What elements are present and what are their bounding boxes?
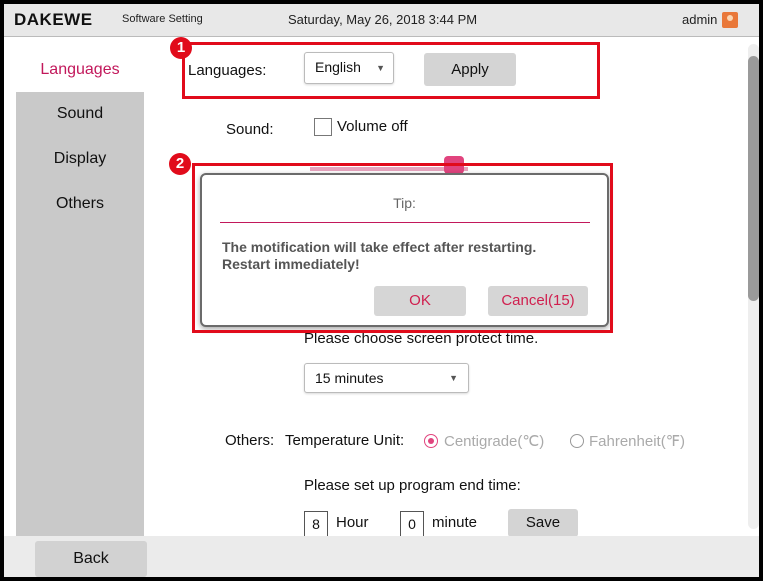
back-button[interactable]: Back <box>35 541 147 577</box>
vertical-scrollbar[interactable] <box>748 44 759 529</box>
software-setting-window: DAKEWE Software Setting Saturday, May 26… <box>4 4 759 577</box>
centigrade-label: Centigrade(℃) <box>444 433 545 450</box>
annotation-badge-2: 2 <box>169 153 191 175</box>
top-bar: DAKEWE Software Setting Saturday, May 26… <box>4 4 759 37</box>
chevron-down-icon: ▼ <box>449 373 458 383</box>
annotation-box-2 <box>192 163 613 333</box>
scrollbar-thumb[interactable] <box>748 56 759 301</box>
minute-label: minute <box>432 514 478 531</box>
temperature-unit-label: Temperature Unit: <box>285 432 405 449</box>
sidebar-item-sound[interactable]: Sound <box>16 92 144 136</box>
sound-label: Sound: <box>226 121 274 138</box>
others-label: Others: <box>225 432 275 449</box>
hour-label: Hour <box>336 514 369 531</box>
hour-input[interactable]: 8 <box>304 511 328 537</box>
datetime-display: Saturday, May 26, 2018 3:44 PM <box>288 12 478 27</box>
sidebar-item-display[interactable]: Display <box>16 137 144 181</box>
screen-protect-value: 15 minutes <box>315 370 384 386</box>
sidebar-item-others[interactable]: Others <box>16 182 144 226</box>
sidebar-item-languages[interactable]: Languages <box>16 48 144 92</box>
annotation-box-1 <box>182 42 600 99</box>
save-button[interactable]: Save <box>508 509 578 537</box>
user-name: admin <box>682 12 718 27</box>
fahrenheit-label: Fahrenheit(℉) <box>589 433 685 450</box>
minute-input[interactable]: 0 <box>400 511 424 537</box>
brand-logo: DAKEWE <box>14 10 93 29</box>
centigrade-radio[interactable] <box>424 434 438 448</box>
user-avatar-icon[interactable] <box>722 12 738 28</box>
fahrenheit-radio[interactable] <box>570 434 584 448</box>
volume-off-checkbox[interactable] <box>314 118 332 136</box>
screen-protect-select[interactable]: 15 minutes ▼ <box>304 363 469 393</box>
app-title: Software Setting <box>122 13 203 25</box>
volume-off-label: Volume off <box>337 118 408 135</box>
annotation-badge-1: 1 <box>170 37 192 59</box>
settings-sidebar: Languages Sound Display Others <box>16 48 144 544</box>
program-end-time-prompt: Please set up program end time: <box>304 477 521 494</box>
